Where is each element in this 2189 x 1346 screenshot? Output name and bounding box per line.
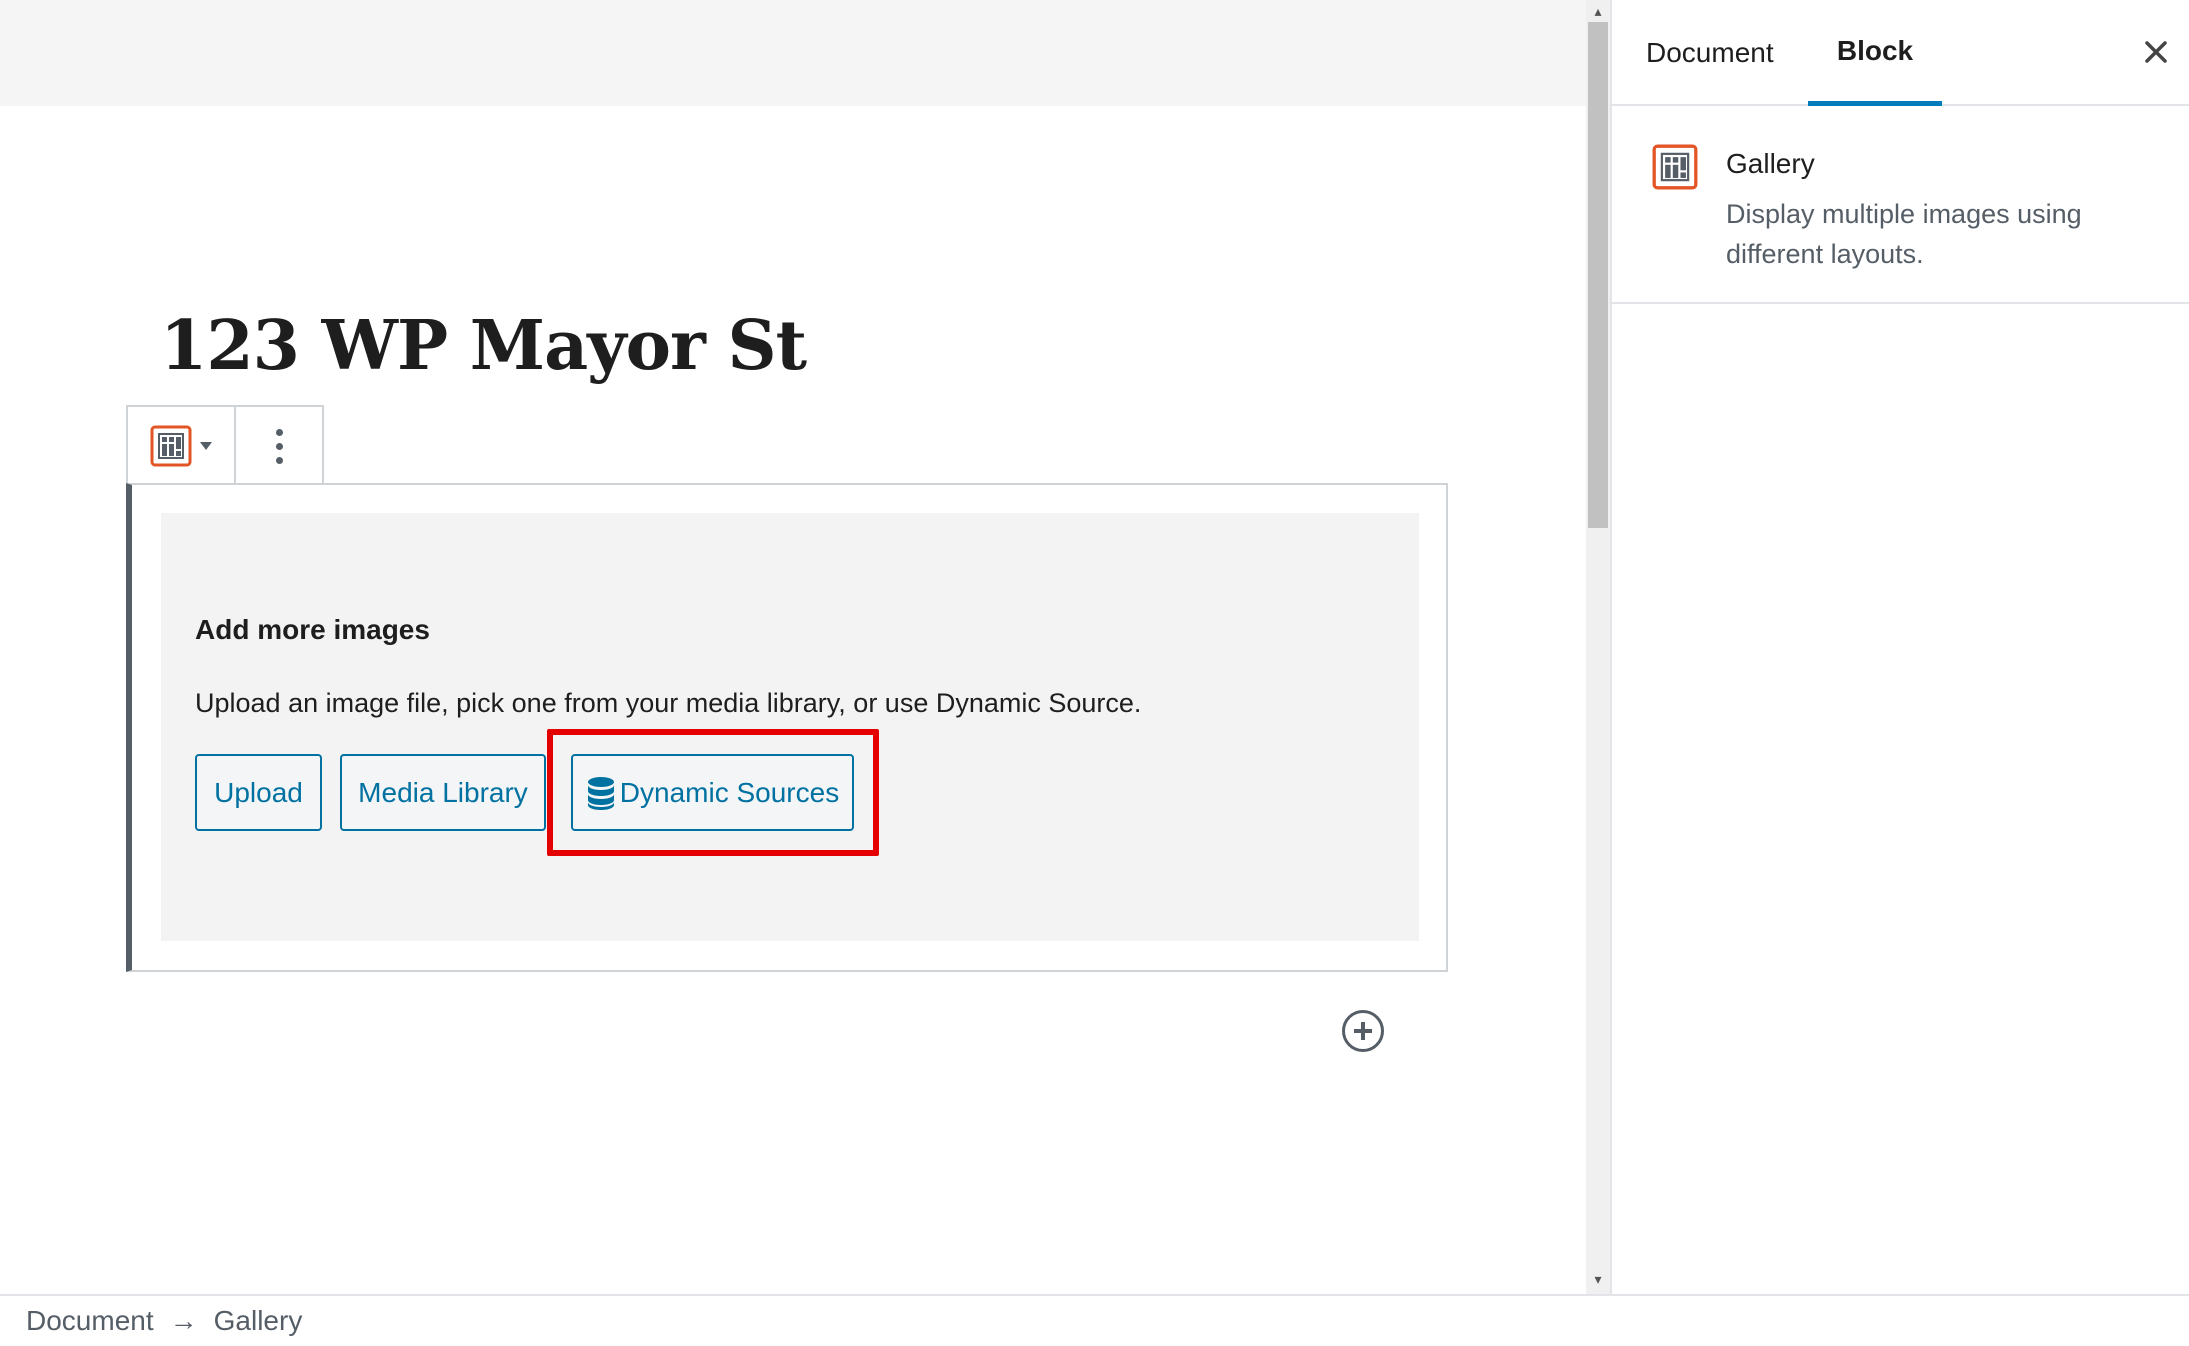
gallery-placeholder [161, 513, 1419, 941]
block-card-description: Display multiple images using different … [1726, 199, 2082, 269]
editor-top-bar [0, 0, 1590, 106]
more-options-button[interactable] [236, 407, 322, 485]
scroll-down-icon[interactable]: ▾ [1591, 1272, 1605, 1286]
chevron-down-icon [200, 442, 212, 450]
plus-icon [1354, 1022, 1372, 1040]
block-card-title: Gallery [1726, 148, 1815, 179]
breadcrumb: Document → Gallery [0, 1294, 2189, 1346]
gallery-icon [1652, 144, 1698, 195]
breadcrumb-separator: → [169, 1305, 198, 1336]
highlight-box [547, 729, 879, 856]
close-sidebar-button[interactable] [2140, 36, 2172, 68]
close-icon [2145, 41, 2167, 63]
tab-block[interactable]: Block [1808, 0, 1942, 106]
scroll-up-icon[interactable]: ▴ [1591, 4, 1605, 18]
media-library-button[interactable]: Media Library [340, 754, 546, 831]
gallery-icon [150, 425, 192, 467]
scrollbar-thumb[interactable] [1588, 22, 1608, 528]
app-root: 123 WP Mayor St Add more images Upload a… [0, 0, 2189, 1346]
block-card: Gallery Display multiple images using di… [1612, 106, 2189, 304]
upload-button[interactable]: Upload [195, 754, 322, 831]
settings-sidebar: Document Block Gallery Display multiple … [1610, 0, 2189, 1294]
sidebar-header: Document Block [1612, 0, 2189, 106]
block-type-switcher[interactable] [128, 407, 236, 485]
editor-canvas: 123 WP Mayor St Add more images Upload a… [0, 0, 1590, 1294]
more-vertical-icon [275, 428, 283, 464]
post-title[interactable]: 123 WP Mayor St [160, 306, 807, 386]
tab-document[interactable]: Document [1646, 0, 1806, 106]
placeholder-title: Add more images [195, 614, 430, 645]
add-block-button[interactable] [1342, 1010, 1384, 1052]
breadcrumb-item-gallery[interactable]: Gallery [214, 1305, 303, 1337]
breadcrumb-item-document[interactable]: Document [26, 1305, 154, 1337]
block-toolbar [126, 405, 324, 485]
placeholder-instructions: Upload an image file, pick one from your… [195, 688, 1142, 718]
